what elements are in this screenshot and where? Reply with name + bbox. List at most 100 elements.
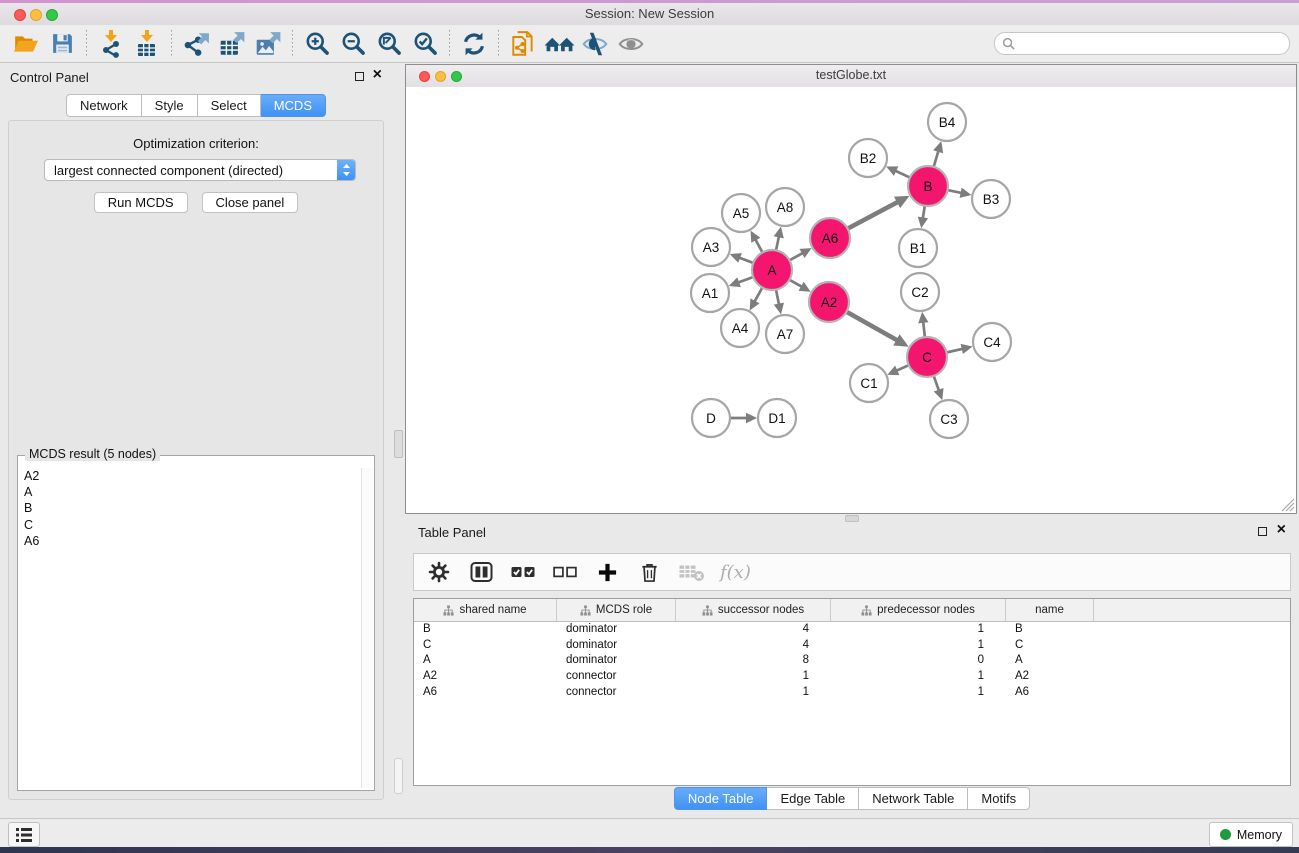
graph-node-A5[interactable]: A5 <box>722 194 760 232</box>
graph-node-B2[interactable]: B2 <box>849 139 887 177</box>
column-header-predecessor-nodes[interactable]: predecessor nodes <box>831 599 1006 621</box>
graph-edge-A-A2[interactable] <box>789 280 810 292</box>
graph-edge-C-C3[interactable] <box>934 376 944 400</box>
tab-motifs[interactable]: Motifs <box>968 787 1030 810</box>
zoom-fit-button[interactable] <box>371 28 407 60</box>
close-table-panel-icon[interactable]: × <box>1277 520 1286 540</box>
graph-edge-A-A7[interactable] <box>774 290 784 315</box>
resize-grip-icon[interactable] <box>1281 498 1295 512</box>
hide-graphics-button[interactable] <box>577 28 613 60</box>
table-row-a6[interactable]: A6connector11A6 <box>414 684 1290 700</box>
mcds-result-item[interactable]: B <box>20 500 360 516</box>
graph-node-A[interactable]: A <box>752 250 792 290</box>
vertical-splitter-expand[interactable] <box>394 758 403 794</box>
function-builder-button[interactable]: f(x) <box>720 562 751 583</box>
graph-node-D1[interactable]: D1 <box>758 399 796 437</box>
graph-node-C[interactable]: C <box>907 337 947 377</box>
graph-edge-A-A8[interactable] <box>774 227 784 251</box>
deselect-all-button[interactable] <box>552 559 578 585</box>
graph-node-A3[interactable]: A3 <box>692 228 730 266</box>
select-all-button[interactable] <box>510 559 536 585</box>
add-row-button[interactable] <box>594 559 620 585</box>
close-panel-button[interactable]: Close panel <box>202 192 299 213</box>
graph-edge-A-A4[interactable] <box>750 288 763 311</box>
graph-node-A4[interactable]: A4 <box>721 309 759 347</box>
graph-edge-B-B3[interactable] <box>948 188 972 198</box>
run-mcds-button[interactable]: Run MCDS <box>94 192 188 213</box>
graph-edge-C-C2[interactable] <box>918 312 928 337</box>
close-panel-icon[interactable]: × <box>373 65 382 85</box>
mcds-result-item[interactable]: A <box>20 484 360 500</box>
graph-node-D[interactable]: D <box>692 399 730 437</box>
graph-edge-A-A5[interactable] <box>751 231 763 253</box>
criterion-select[interactable]: largest connected component (directed) <box>44 159 356 181</box>
graph-edge-A2-C[interactable] <box>846 312 908 347</box>
network-window-titlebar[interactable]: testGlobe.txt <box>406 65 1296 88</box>
zoom-in-button[interactable] <box>299 28 335 60</box>
float-panel-icon[interactable] <box>355 72 364 81</box>
graph-edge-C-C4[interactable] <box>946 344 972 354</box>
task-history-button[interactable] <box>8 822 40 847</box>
graph-edge-B-B2[interactable] <box>886 166 910 177</box>
table-row-a[interactable]: Adominator80A <box>414 653 1290 669</box>
delete-row-button[interactable] <box>636 559 662 585</box>
search-field[interactable] <box>994 32 1290 55</box>
show-graphics-button[interactable] <box>613 28 649 60</box>
column-header-mcds-role[interactable]: MCDS role <box>557 599 676 621</box>
graph-edge-C-C1[interactable] <box>887 365 908 375</box>
graph-node-A2[interactable]: A2 <box>809 282 849 322</box>
clone-network-button[interactable] <box>505 28 541 60</box>
graph-node-B[interactable]: B <box>908 166 948 206</box>
table-row-c[interactable]: Cdominator41C <box>414 637 1290 653</box>
show-columns-button[interactable] <box>468 559 494 585</box>
zoom-out-button[interactable] <box>335 28 371 60</box>
vertical-splitter-handle[interactable] <box>394 430 403 458</box>
mcds-result-item[interactable]: A6 <box>20 533 360 549</box>
graph-edge-A-A6[interactable] <box>790 248 812 260</box>
column-header-successor-nodes[interactable]: successor nodes <box>676 599 831 621</box>
destroy-table-button[interactable] <box>678 559 704 585</box>
column-header-name[interactable]: name <box>1006 599 1094 621</box>
float-table-panel-icon[interactable] <box>1258 527 1267 536</box>
mcds-result-item[interactable]: C <box>20 517 360 533</box>
import-table-button[interactable] <box>129 28 165 60</box>
graph-edge-B-B1[interactable] <box>918 206 928 229</box>
refresh-button[interactable] <box>456 28 492 60</box>
memory-button[interactable]: Memory <box>1209 822 1293 847</box>
column-header-shared-name[interactable]: shared name <box>414 599 557 621</box>
table-row-a2[interactable]: A2connector11A2 <box>414 668 1290 684</box>
graph-node-C4[interactable]: C4 <box>973 323 1011 361</box>
table-row-b[interactable]: Bdominator41B <box>414 621 1290 637</box>
import-network-button[interactable] <box>93 28 129 60</box>
graph-edge-A-A1[interactable] <box>729 277 753 287</box>
tab-network[interactable]: Network <box>66 94 142 117</box>
open-session-button[interactable] <box>8 28 44 60</box>
graph-edge-B-B4[interactable] <box>933 141 943 167</box>
graph-node-B1[interactable]: B1 <box>899 229 937 267</box>
table-settings-button[interactable] <box>426 559 452 585</box>
export-image-button[interactable] <box>250 28 286 60</box>
graph-edge-A-A3[interactable] <box>730 253 754 263</box>
tab-network-table[interactable]: Network Table <box>859 787 968 810</box>
tab-edge-table[interactable]: Edge Table <box>767 787 859 810</box>
search-input[interactable] <box>1019 35 1289 53</box>
graph-node-B3[interactable]: B3 <box>972 180 1010 218</box>
graph-node-B4[interactable]: B4 <box>928 103 966 141</box>
graph-node-A6[interactable]: A6 <box>810 218 850 258</box>
save-session-button[interactable] <box>44 28 80 60</box>
graph-node-A1[interactable]: A1 <box>691 274 729 312</box>
mcds-result-item[interactable]: A2 <box>20 468 360 484</box>
tab-node-table[interactable]: Node Table <box>674 787 768 810</box>
tab-style[interactable]: Style <box>142 94 198 117</box>
graph-node-C2[interactable]: C2 <box>901 273 939 311</box>
graph-node-A8[interactable]: A8 <box>766 188 804 226</box>
tab-mcds[interactable]: MCDS <box>261 94 326 117</box>
graph-node-A7[interactable]: A7 <box>766 315 804 353</box>
zoom-selected-button[interactable] <box>407 28 443 60</box>
export-table-button[interactable] <box>214 28 250 60</box>
network-canvas[interactable]: B4B2BB3A5A8A6A3AB1A1A2C2A4A7C4CC1DD1C3 <box>406 87 1296 513</box>
result-scrollbar[interactable] <box>361 468 373 788</box>
graph-node-C3[interactable]: C3 <box>930 400 968 438</box>
tab-select[interactable]: Select <box>198 94 261 117</box>
graph-edge-A6-B[interactable] <box>848 196 910 229</box>
